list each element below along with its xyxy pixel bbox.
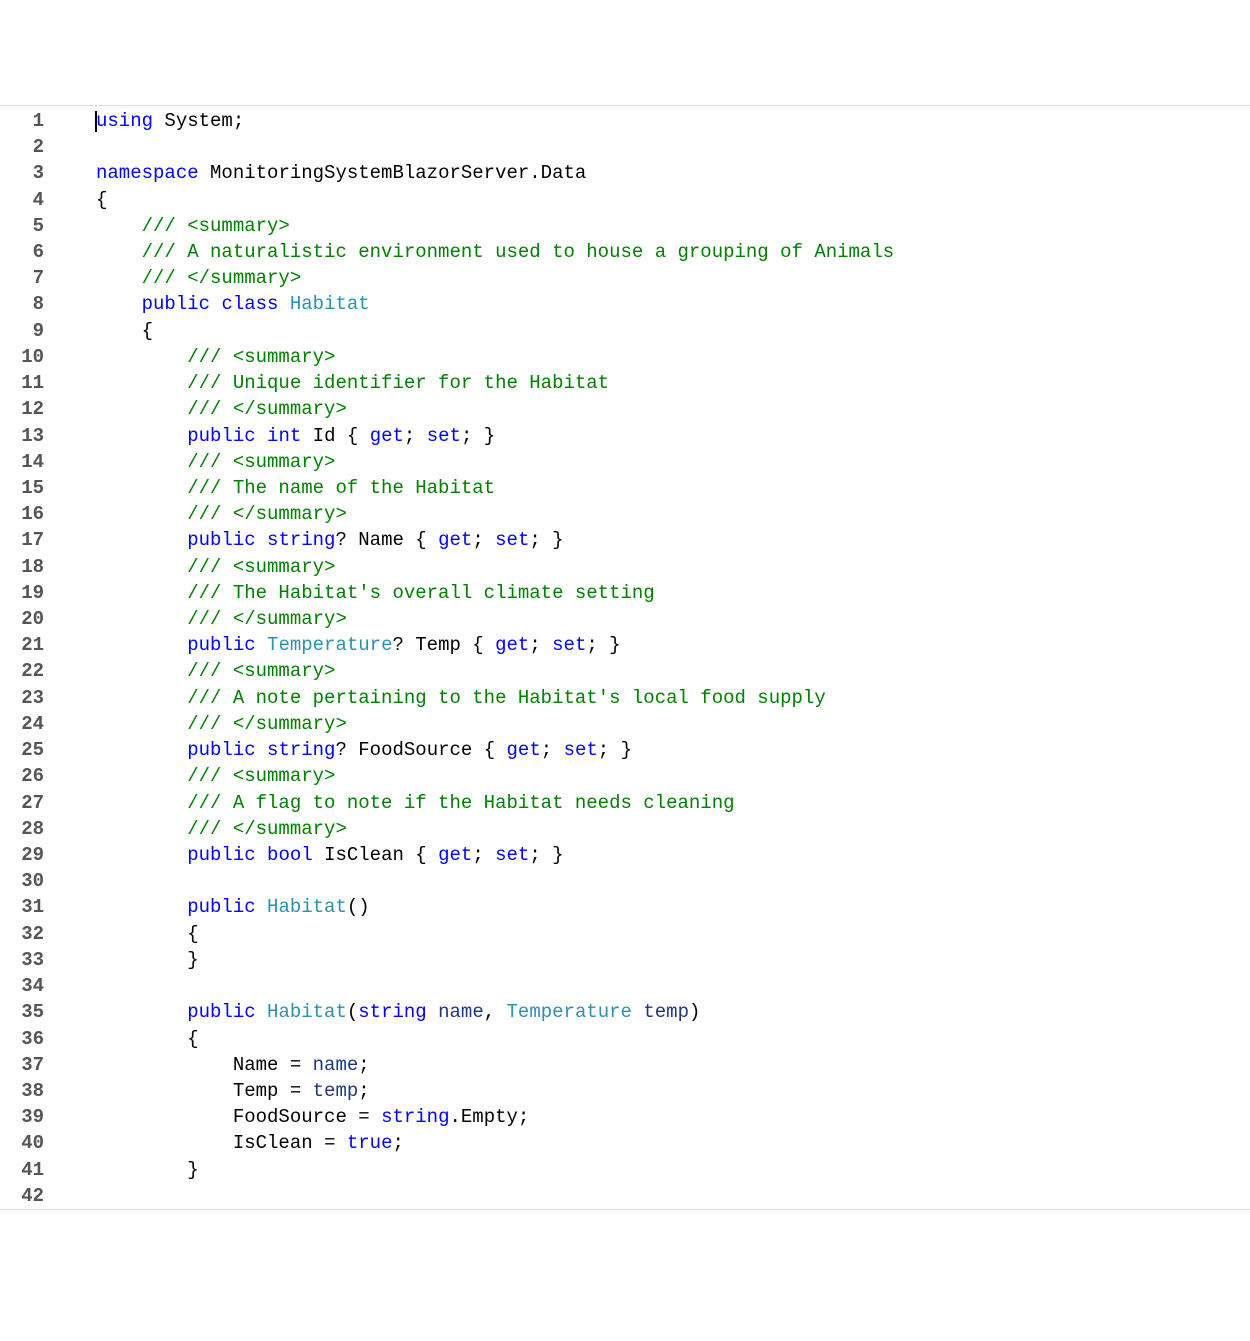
- code-line[interactable]: /// Unique identifier for the Habitat: [96, 370, 1250, 396]
- code-line[interactable]: {: [96, 318, 1250, 344]
- line-number-gutter: 1234567891011121314151617181920212223242…: [0, 108, 58, 1209]
- line-number: 15: [0, 475, 44, 501]
- text-cursor: [95, 111, 97, 132]
- line-number: 40: [0, 1130, 44, 1156]
- code-line[interactable]: {: [96, 1026, 1250, 1052]
- line-number: 19: [0, 580, 44, 606]
- code-line[interactable]: /// </summary>: [96, 816, 1250, 842]
- line-number: 25: [0, 737, 44, 763]
- code-line[interactable]: /// </summary>: [96, 711, 1250, 737]
- code-line[interactable]: [96, 973, 1250, 999]
- code-line[interactable]: public Habitat(): [96, 894, 1250, 920]
- code-line[interactable]: /// <summary>: [96, 763, 1250, 789]
- line-number: 20: [0, 606, 44, 632]
- code-line[interactable]: /// <summary>: [96, 213, 1250, 239]
- code-line[interactable]: public string? FoodSource { get; set; }: [96, 737, 1250, 763]
- line-number: 1: [0, 108, 44, 134]
- line-number: 23: [0, 685, 44, 711]
- code-line[interactable]: [96, 1183, 1250, 1209]
- line-number: 3: [0, 160, 44, 186]
- code-line[interactable]: /// </summary>: [96, 606, 1250, 632]
- line-number: 32: [0, 921, 44, 947]
- line-number: 8: [0, 291, 44, 317]
- line-number: 16: [0, 501, 44, 527]
- code-line[interactable]: /// </summary>: [96, 501, 1250, 527]
- line-number: 27: [0, 790, 44, 816]
- line-number: 29: [0, 842, 44, 868]
- line-number: 10: [0, 344, 44, 370]
- code-line[interactable]: {: [96, 187, 1250, 213]
- code-line[interactable]: namespace MonitoringSystemBlazorServer.D…: [96, 160, 1250, 186]
- code-line[interactable]: public string? Name { get; set; }: [96, 527, 1250, 553]
- line-number: 30: [0, 868, 44, 894]
- line-number: 9: [0, 318, 44, 344]
- code-area[interactable]: using System; namespace MonitoringSystem…: [58, 108, 1250, 1209]
- line-number: 12: [0, 396, 44, 422]
- line-number: 18: [0, 554, 44, 580]
- line-number: 41: [0, 1157, 44, 1183]
- code-line[interactable]: /// The Habitat's overall climate settin…: [96, 580, 1250, 606]
- code-line[interactable]: public int Id { get; set; }: [96, 423, 1250, 449]
- code-line[interactable]: [96, 868, 1250, 894]
- code-line[interactable]: FoodSource = string.Empty;: [96, 1104, 1250, 1130]
- line-number: 6: [0, 239, 44, 265]
- code-line[interactable]: Temp = temp;: [96, 1078, 1250, 1104]
- code-line[interactable]: public Habitat(string name, Temperature …: [96, 999, 1250, 1025]
- line-number: 24: [0, 711, 44, 737]
- code-line[interactable]: /// A naturalistic environment used to h…: [96, 239, 1250, 265]
- code-line[interactable]: IsClean = true;: [96, 1130, 1250, 1156]
- line-number: 42: [0, 1183, 44, 1209]
- line-number: 11: [0, 370, 44, 396]
- code-line[interactable]: /// <summary>: [96, 658, 1250, 684]
- line-number: 35: [0, 999, 44, 1025]
- line-number: 28: [0, 816, 44, 842]
- code-line[interactable]: public bool IsClean { get; set; }: [96, 842, 1250, 868]
- code-line[interactable]: /// <summary>: [96, 344, 1250, 370]
- code-line[interactable]: /// </summary>: [96, 396, 1250, 422]
- code-line[interactable]: /// <summary>: [96, 554, 1250, 580]
- line-number: 7: [0, 265, 44, 291]
- line-number: 22: [0, 658, 44, 684]
- line-number: 33: [0, 947, 44, 973]
- line-number: 31: [0, 894, 44, 920]
- line-number: 36: [0, 1026, 44, 1052]
- code-line[interactable]: [96, 134, 1250, 160]
- code-line[interactable]: using System;: [96, 108, 1250, 134]
- line-number: 4: [0, 187, 44, 213]
- code-line[interactable]: public class Habitat: [96, 291, 1250, 317]
- line-number: 17: [0, 527, 44, 553]
- line-number: 2: [0, 134, 44, 160]
- code-line[interactable]: /// A flag to note if the Habitat needs …: [96, 790, 1250, 816]
- line-number: 14: [0, 449, 44, 475]
- line-number: 5: [0, 213, 44, 239]
- code-line[interactable]: }: [96, 947, 1250, 973]
- code-line[interactable]: public Temperature? Temp { get; set; }: [96, 632, 1250, 658]
- code-editor[interactable]: 1234567891011121314151617181920212223242…: [0, 105, 1250, 1210]
- code-line[interactable]: /// The name of the Habitat: [96, 475, 1250, 501]
- code-line[interactable]: /// </summary>: [96, 265, 1250, 291]
- line-number: 39: [0, 1104, 44, 1130]
- line-number: 34: [0, 973, 44, 999]
- code-line[interactable]: Name = name;: [96, 1052, 1250, 1078]
- line-number: 37: [0, 1052, 44, 1078]
- code-line[interactable]: /// <summary>: [96, 449, 1250, 475]
- line-number: 13: [0, 423, 44, 449]
- line-number: 21: [0, 632, 44, 658]
- code-line[interactable]: /// A note pertaining to the Habitat's l…: [96, 685, 1250, 711]
- code-line[interactable]: }: [96, 1157, 1250, 1183]
- line-number: 38: [0, 1078, 44, 1104]
- code-line[interactable]: {: [96, 921, 1250, 947]
- line-number: 26: [0, 763, 44, 789]
